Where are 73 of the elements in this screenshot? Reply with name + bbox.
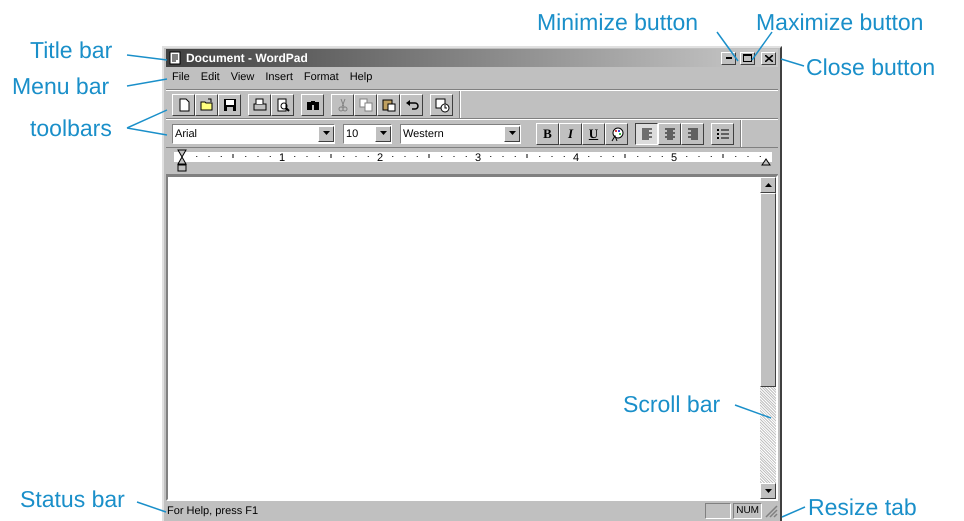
ruler-number: 1 <box>278 152 286 164</box>
ruler-number: 2 <box>376 152 384 164</box>
callout-label: Scroll bar <box>623 390 720 418</box>
folder-icon <box>198 96 214 112</box>
callout-label: Menu bar <box>12 72 110 100</box>
font-dropdown[interactable]: Arial <box>172 124 335 144</box>
down-arrow-icon <box>508 131 516 136</box>
menu-item[interactable]: Format <box>304 71 339 85</box>
status-panel: NUM <box>733 503 762 519</box>
color-button[interactable] <box>605 122 628 144</box>
close-button[interactable] <box>761 52 776 64</box>
align-button[interactable] <box>635 122 658 144</box>
status-panel <box>705 503 732 519</box>
ruler-number: 3 <box>474 152 482 164</box>
indent-marker-icon[interactable] <box>177 150 187 172</box>
toolbar-button[interactable] <box>248 94 271 116</box>
size-dropdown[interactable]: 10 <box>343 124 392 144</box>
clipboard-icon <box>380 96 396 112</box>
callout-label: Resize tab <box>808 493 917 521</box>
toolbar-button[interactable] <box>430 94 453 116</box>
leader-line <box>126 78 168 87</box>
underline-button[interactable]: U <box>582 122 605 144</box>
pages-icon <box>358 96 374 112</box>
maximize-button[interactable] <box>740 52 755 64</box>
printer-icon <box>252 96 268 112</box>
status-text: For Help, press F1 <box>167 505 260 517</box>
margin-marker-icon[interactable] <box>761 158 771 166</box>
bold-button[interactable]: B <box>536 122 559 144</box>
script-dropdown[interactable]: Western <box>400 124 521 144</box>
menu-item[interactable]: Insert <box>265 71 293 85</box>
callout-label: Status bar <box>20 485 125 513</box>
toolbar-button[interactable] <box>301 94 324 116</box>
calendar-clock-icon <box>434 96 450 112</box>
leader-line <box>780 58 804 67</box>
menu-item[interactable]: Edit <box>200 71 220 85</box>
leader-line <box>126 54 168 61</box>
down-arrow-icon <box>322 131 330 136</box>
maximize-icon <box>743 54 752 62</box>
toolbar-button[interactable] <box>195 94 218 116</box>
italic-button[interactable]: I <box>559 122 582 144</box>
leader-line <box>782 506 806 518</box>
magnifier-page-icon <box>274 96 290 112</box>
toolbar-button[interactable] <box>377 94 400 116</box>
minimize-icon <box>726 57 732 59</box>
toolbar-button[interactable] <box>271 94 294 116</box>
document-icon <box>168 51 182 65</box>
leader-line <box>751 32 773 60</box>
minimize-button[interactable] <box>721 52 736 64</box>
toolbar-button[interactable] <box>172 94 195 116</box>
down-arrow-icon <box>378 131 388 136</box>
menu-item[interactable]: Help <box>350 71 372 85</box>
callout-label: Title bar <box>30 36 112 64</box>
leader-line <box>136 501 166 513</box>
up-arrow-icon <box>764 183 772 187</box>
toolbar-button[interactable] <box>218 94 241 116</box>
down-arrow-icon <box>764 489 772 493</box>
leader-line <box>734 404 772 419</box>
bullets-button[interactable] <box>711 122 734 144</box>
menu-item[interactable]: View <box>230 71 254 85</box>
close-icon <box>764 54 772 62</box>
menu-item[interactable]: File <box>172 71 190 85</box>
leader-line <box>716 32 739 62</box>
callout-label: Minimize button <box>537 8 698 36</box>
ruler-number: 5 <box>670 152 678 164</box>
resize-grip-icon[interactable] <box>764 504 778 518</box>
ruler-number: 4 <box>572 152 580 164</box>
callout-label: Close button <box>806 53 936 81</box>
callout-label: Maximize button <box>756 8 924 36</box>
toolbar-button[interactable] <box>400 94 423 116</box>
scroll-bar[interactable] <box>760 177 776 499</box>
palette-icon <box>608 126 624 142</box>
callout-label: toolbars <box>30 114 112 142</box>
window-title: Document - WordPad <box>186 51 309 65</box>
